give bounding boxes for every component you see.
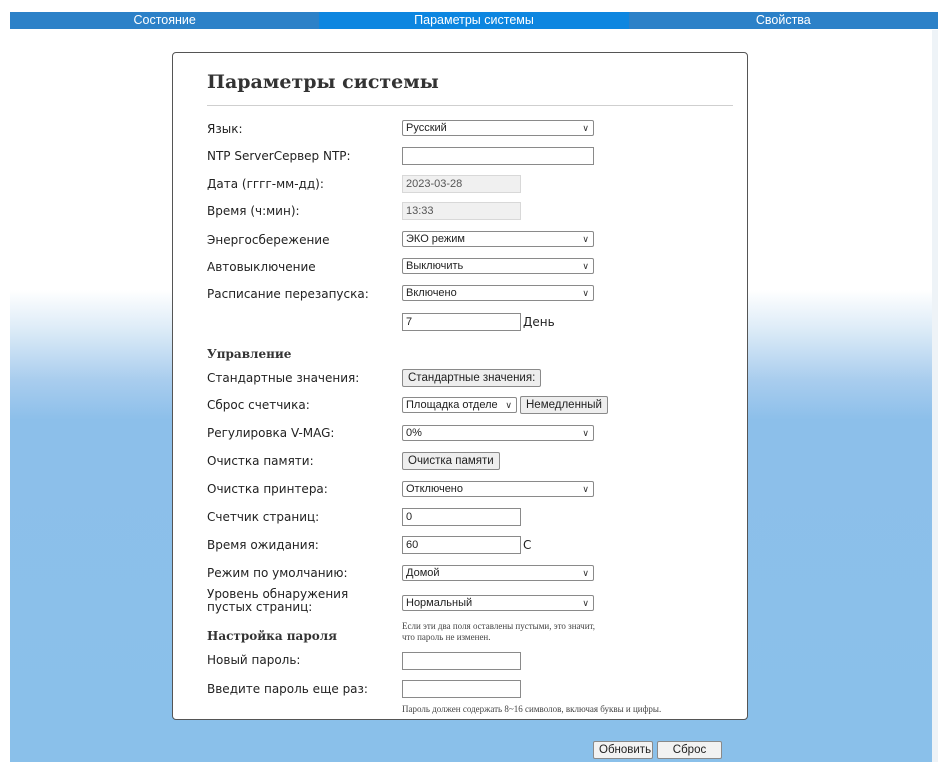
password-note-bottom: Пароль должен содержать 8~16 символов, в…: [402, 704, 662, 714]
vmag-select[interactable]: 0% ∨: [402, 425, 594, 441]
top-bar: Состояние Параметры системы Свойства: [0, 0, 942, 30]
language-value: Русский: [406, 122, 447, 134]
power-saving-value: ЭКО режим: [406, 233, 465, 245]
chevron-down-icon: ∨: [582, 234, 589, 244]
new-password-label: Новый пароль:: [207, 653, 301, 667]
memory-clear-label: Очистка памяти:: [207, 454, 314, 468]
chevron-down-icon: ∨: [582, 428, 589, 438]
tab-properties[interactable]: Свойства: [629, 12, 938, 29]
restart-schedule-select[interactable]: Включено ∨: [402, 285, 594, 301]
auto-off-select[interactable]: Выключить ∨: [402, 258, 594, 274]
vmag-value: 0%: [406, 427, 422, 439]
vmag-label: Регулировка V-MAG:: [207, 426, 335, 440]
chevron-down-icon: ∨: [582, 288, 589, 298]
page-title: Параметры системы: [207, 71, 439, 93]
management-header: Управление: [207, 347, 292, 361]
restart-schedule-label: Расписание перезапуска:: [207, 287, 369, 301]
blank-detection-select[interactable]: Нормальный ∨: [402, 595, 594, 611]
counter-reset-label: Сброс счетчика:: [207, 398, 310, 412]
default-mode-label: Режим по умолчанию:: [207, 566, 348, 580]
defaults-label: Стандартные значения:: [207, 371, 360, 385]
ntp-input[interactable]: [402, 147, 594, 165]
counter-reset-value: Площадка отделе: [406, 399, 498, 411]
timeout-label: Время ожидания:: [207, 538, 319, 552]
tab-bar: Состояние Параметры системы Свойства: [10, 12, 938, 29]
default-mode-select[interactable]: Домой ∨: [402, 565, 594, 581]
blank-detection-value: Нормальный: [406, 597, 473, 609]
chevron-down-icon: ∨: [582, 568, 589, 578]
restart-days-unit: День: [523, 315, 555, 329]
chevron-down-icon: ∨: [582, 598, 589, 608]
repeat-password-label: Введите пароль еще раз:: [207, 682, 368, 696]
new-password-input[interactable]: [402, 652, 521, 670]
blank-detection-label: Уровень обнаружения пустых страниц:: [207, 587, 349, 614]
chevron-down-icon: ∨: [503, 398, 512, 412]
right-frame-edge: [938, 30, 942, 762]
timeout-unit: С: [523, 538, 532, 552]
memory-clear-button[interactable]: Очистка памяти: [402, 452, 500, 470]
printer-clean-label: Очистка принтера:: [207, 482, 328, 496]
auto-off-value: Выключить: [406, 260, 464, 272]
printer-clean-select[interactable]: Отключено ∨: [402, 481, 594, 497]
reset-now-button[interactable]: Немедленный: [520, 396, 608, 414]
tab-system-settings[interactable]: Параметры системы: [319, 12, 629, 29]
update-button[interactable]: Обновить: [593, 741, 653, 759]
date-label: Дата (гггг-мм-дд):: [207, 177, 324, 191]
settings-panel: Параметры системы Язык: Русский ∨ NTP Ser…: [172, 52, 748, 720]
language-select[interactable]: Русский ∨: [402, 120, 594, 136]
chevron-down-icon: ∨: [582, 484, 589, 494]
page-counter-label: Счетчик страниц:: [207, 510, 320, 524]
password-note-top: Если эти два поля оставлены пустыми, это…: [402, 621, 596, 642]
power-saving-label: Энергосбережение: [207, 233, 330, 247]
restart-schedule-value: Включено: [406, 287, 457, 299]
auto-off-label: Автовыключение: [207, 260, 316, 274]
password-header: Настройка пароля: [207, 629, 338, 643]
language-label: Язык:: [207, 122, 243, 136]
reset-button[interactable]: Сброс: [657, 741, 722, 759]
default-mode-value: Домой: [406, 567, 440, 579]
date-field: 2023-03-28: [402, 175, 521, 193]
left-frame-edge: [0, 30, 10, 762]
chevron-down-icon: ∨: [582, 123, 589, 133]
time-field: 13:33: [402, 202, 521, 220]
repeat-password-input[interactable]: [402, 680, 521, 698]
page-counter-input[interactable]: 0: [402, 508, 521, 526]
power-saving-select[interactable]: ЭКО режим ∨: [402, 231, 594, 247]
time-label: Время (ч:мин):: [207, 204, 300, 218]
chevron-down-icon: ∨: [582, 261, 589, 271]
restart-days-input[interactable]: 7: [402, 313, 521, 331]
title-divider: [207, 105, 733, 106]
printer-clean-value: Отключено: [406, 483, 463, 495]
counter-reset-select[interactable]: Площадка отделе ∨: [402, 397, 517, 413]
restore-defaults-button[interactable]: Стандартные значения:: [402, 369, 542, 387]
timeout-input[interactable]: 60: [402, 536, 521, 554]
ntp-label: NTP ServerСервер NTP:: [207, 149, 351, 163]
tab-status[interactable]: Состояние: [10, 12, 319, 29]
